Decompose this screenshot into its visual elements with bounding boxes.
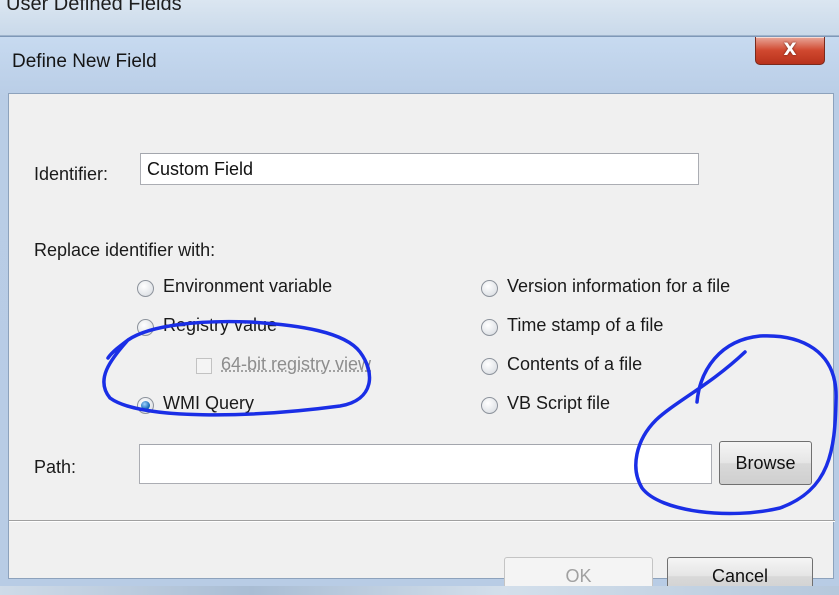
- vb-script-file-label: VB Script file: [507, 393, 611, 413]
- browse-button[interactable]: Browse: [719, 441, 812, 485]
- define-new-field-dialog: Define New Field X Identifier: Replace i…: [0, 36, 839, 595]
- identifier-label: Identifier:: [34, 164, 109, 184]
- background-window-titlebar: User Defined Fields: [0, 0, 839, 36]
- radio-version-information[interactable]: [481, 280, 498, 297]
- environment-variable-label: Environment variable: [163, 276, 333, 296]
- radio-contents-of-file[interactable]: [481, 358, 498, 375]
- path-input[interactable]: [139, 444, 712, 484]
- path-label: Path:: [34, 457, 77, 477]
- replace-identifier-label: Replace identifier with:: [34, 240, 216, 260]
- registry-value-label: Registry value: [163, 315, 278, 335]
- dialog-client-area: Identifier: Replace identifier with: Env…: [8, 93, 835, 595]
- version-information-label: Version information for a file: [507, 276, 731, 296]
- close-button[interactable]: X: [755, 37, 825, 65]
- time-stamp-label: Time stamp of a file: [507, 315, 664, 335]
- background-window-title: User Defined Fields: [6, 0, 182, 15]
- radio-vb-script-file[interactable]: [481, 397, 498, 414]
- separator: [9, 520, 835, 522]
- screen: User Defined Fields Define New Field X I…: [0, 0, 839, 595]
- radio-registry-value[interactable]: [137, 319, 154, 336]
- taskbar-edge: [0, 586, 839, 595]
- close-icon: X: [783, 40, 797, 60]
- registry-64bit-label: 64-bit registry view: [221, 354, 372, 374]
- dialog-title: Define New Field: [12, 51, 157, 72]
- contents-of-file-label: Contents of a file: [507, 354, 643, 374]
- identifier-input[interactable]: [140, 153, 699, 185]
- radio-environment-variable[interactable]: [137, 280, 154, 297]
- radio-wmi-query[interactable]: [137, 397, 154, 414]
- radio-time-stamp[interactable]: [481, 319, 498, 336]
- checkbox-64bit-registry-view: [196, 358, 212, 374]
- wmi-query-label: WMI Query: [163, 393, 255, 413]
